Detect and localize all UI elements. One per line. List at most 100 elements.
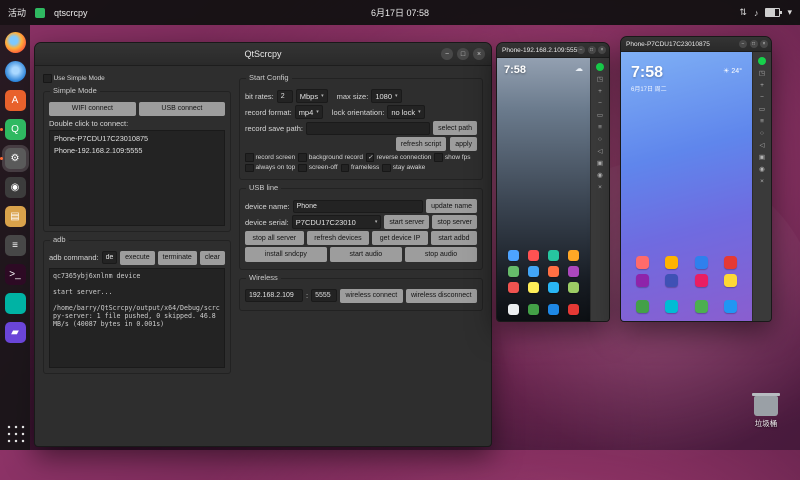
always-on-top-checkbox[interactable]: always on top [245,163,295,173]
qtscrcpy-dock-icon[interactable]: Q [0,119,26,140]
max-size-select[interactable]: 1080 ▾ [371,89,402,103]
record-screen-checkbox[interactable]: record screen [245,153,295,162]
app-icon[interactable] [508,266,519,277]
app-icon[interactable] [635,274,649,287]
device-serial-select[interactable]: P7CDU17C23010 ▾ [291,215,382,230]
touch-button[interactable]: ◉ [757,165,767,173]
update-name-button[interactable]: update name [426,199,477,214]
use-simple-mode-checkbox[interactable]: Use Simple Mode [43,74,231,83]
close-button[interactable]: × [760,40,768,48]
wireless-connect-button[interactable]: wireless connect [340,288,403,303]
app-switch-button[interactable]: ▭ [757,105,767,113]
thunderbird-icon[interactable] [4,61,26,82]
minimize-button[interactable]: − [577,46,585,54]
trash-desktop-icon[interactable]: 垃圾桶 [742,393,790,429]
app-icon[interactable] [568,266,579,277]
show-fps-checkbox[interactable]: show fps [434,153,471,162]
app-icon[interactable] [635,256,649,269]
firefox-icon[interactable] [4,32,26,53]
get-device-ip-button[interactable]: get device IP [372,231,428,246]
menu-button[interactable]: ≡ [757,117,767,125]
device-name-input[interactable] [292,199,424,213]
maximize-button[interactable]: □ [457,48,469,60]
app-icon[interactable] [528,282,539,293]
touch-button[interactable]: ◉ [595,171,605,179]
text-editor-icon[interactable]: ≡ [4,235,26,256]
libreoffice-icon[interactable]: ▰ [4,322,26,343]
app-icon[interactable] [694,256,708,269]
maximize-button[interactable]: □ [587,46,596,54]
start-server-button[interactable]: start server [384,215,430,230]
adb-command-input[interactable] [101,251,118,265]
terminal-icon[interactable]: >_ [4,264,26,285]
activities-button[interactable]: 活动 [8,6,26,19]
terminate-button[interactable]: terminate [157,250,197,265]
reverse-connection-checkbox[interactable]: ✓ reverse connection [365,153,431,162]
close-screen-button[interactable]: × [757,177,767,185]
dock-app-icon[interactable] [635,300,649,313]
app-icon[interactable] [528,266,539,277]
device-list-item[interactable]: Phone-192.168.2.109:5555 [52,145,222,156]
start-adbd-button[interactable]: start adbd [430,231,477,246]
refresh-script-button[interactable]: refresh script [395,137,447,152]
stay-awake-checkbox[interactable]: stay awake [382,163,425,173]
wireless-ip-input[interactable] [245,289,303,303]
back-button[interactable]: ◁ [595,147,605,155]
app-icon[interactable] [528,250,539,261]
phone-screen[interactable]: 7:58 ☁ [497,58,590,321]
app-icon[interactable] [665,274,679,287]
clock[interactable]: 6月17日 07:58 [0,6,800,19]
clear-button[interactable]: clear [199,250,225,265]
battery-icon[interactable] [765,8,783,17]
dock-app-icon[interactable] [528,304,539,315]
device-list-item[interactable]: Phone-P7CDU17C23010875 [52,133,222,144]
network-icon[interactable]: ⇅ [739,7,747,18]
window-titlebar[interactable]: Phone-P7CDU17C23010875 − □ × [621,37,771,52]
bit-rates-input[interactable] [276,89,293,103]
expand-icon[interactable]: ◳ [595,75,605,83]
dock-app-icon[interactable] [694,300,708,313]
minimize-button[interactable]: − [739,40,747,48]
ubuntu-software-icon[interactable]: A [4,90,26,111]
phone-screen[interactable]: 7:58 ☀ 24° 6月17日 周二 [621,52,752,321]
volume-down-button[interactable]: − [595,99,605,107]
dock-app-icon[interactable] [665,300,679,313]
app-icon[interactable] [508,250,519,261]
remmina-icon[interactable] [4,293,26,314]
close-button[interactable]: × [473,48,485,60]
apply-button[interactable]: apply [450,137,477,152]
dock-app-icon[interactable] [548,304,559,315]
record-format-select[interactable]: mp4 ▾ [294,105,323,119]
screenshot-button[interactable]: ▣ [757,153,767,161]
select-path-button[interactable]: select path [433,121,477,136]
maximize-button[interactable]: □ [749,40,758,48]
app-icon[interactable] [724,274,738,287]
record-save-path-input[interactable] [305,121,431,135]
app-icon[interactable] [665,256,679,269]
system-menu-caret-icon[interactable]: ▾ [787,7,792,18]
power-button[interactable] [596,63,604,71]
background-record-checkbox[interactable]: background record [298,153,363,162]
execute-button[interactable]: execute [120,250,155,265]
volume-down-button[interactable]: − [757,93,767,101]
minimize-button[interactable]: − [441,48,453,60]
dock-app-icon[interactable] [508,304,519,315]
app-icon[interactable] [548,250,559,261]
home-button[interactable]: ○ [757,129,767,137]
home-button[interactable]: ○ [595,135,605,143]
menu-button[interactable]: ≡ [595,123,605,131]
wifi-connect-button[interactable]: WIFI connect [49,101,136,116]
power-button[interactable] [758,57,766,65]
app-icon[interactable] [508,282,519,293]
wireless-port-input[interactable] [311,289,338,303]
dock-app-icon[interactable] [724,300,738,313]
close-screen-button[interactable]: × [595,183,605,191]
app-icon[interactable] [568,282,579,293]
stop-audio-button[interactable]: stop audio [405,247,477,262]
app-icon[interactable] [548,266,559,277]
back-button[interactable]: ◁ [757,141,767,149]
app-icon[interactable] [548,282,559,293]
dock-app-icon[interactable] [568,304,579,315]
window-titlebar[interactable]: QtScrcpy − □ × [35,43,491,66]
screen-off-checkbox[interactable]: screen-off [298,163,338,173]
